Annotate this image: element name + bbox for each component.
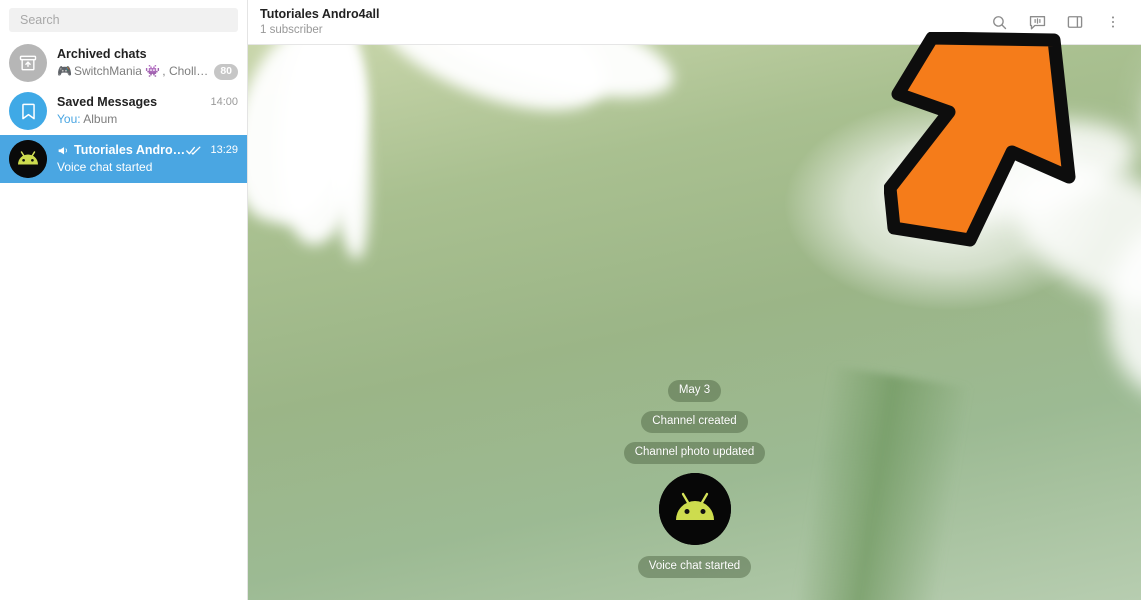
search-input[interactable] <box>20 13 227 27</box>
chat-row-tutoriales-andro4all[interactable]: Tutoriales Andro4all 13:29 Voice chat st… <box>0 135 247 183</box>
gamepad-emoji-icon: 🎮 <box>57 64 72 78</box>
chat-timestamp: 13:29 <box>210 144 238 156</box>
telegram-window: Archived chats 🎮SwitchMania 👾, Chollomet… <box>0 0 1141 600</box>
double-check-icon <box>186 145 201 156</box>
preview-author: You: <box>57 112 81 126</box>
search-icon[interactable] <box>985 8 1013 36</box>
chat-header: Tutoriales Andro4all 1 subscriber <box>248 0 1141 45</box>
chat-list: Archived chats 🎮SwitchMania 👾, Chollomet… <box>0 39 247 600</box>
page-title: Tutoriales Andro4all <box>260 7 380 21</box>
chat-name: Saved Messages <box>57 95 158 109</box>
alien-monster-emoji-icon: 👾 <box>145 64 161 78</box>
chat-preview-text-2: , Chollometr... <box>162 64 208 78</box>
preview-text: Album <box>80 112 118 126</box>
chat-timestamp: 14:00 <box>210 96 238 108</box>
search-bar <box>0 0 247 39</box>
service-message-date: May 3 <box>667 380 722 402</box>
chat-row-content: Tutoriales Andro4all 13:29 Voice chat st… <box>57 143 238 175</box>
message-list: May 3 Channel created Channel photo upda… <box>248 45 1141 600</box>
service-message-channel-photo-updated: Channel photo updated <box>623 442 766 464</box>
sidebar-panel-icon[interactable] <box>1061 8 1089 36</box>
chat-row-content: Saved Messages 14:00 You: Album <box>57 95 238 127</box>
search-box[interactable] <box>9 8 238 32</box>
sidebar: Archived chats 🎮SwitchMania 👾, Chollomet… <box>0 0 248 600</box>
chat-row-archived-chats[interactable]: Archived chats 🎮SwitchMania 👾, Chollomet… <box>0 39 247 87</box>
voice-chat-icon[interactable] <box>1023 8 1051 36</box>
header-actions <box>985 8 1127 36</box>
chat-scroll-area[interactable]: May 3 Channel created Channel photo upda… <box>248 45 1141 600</box>
megaphone-icon <box>57 144 70 157</box>
chat-preview: 🎮SwitchMania 👾, Chollometr... <box>57 64 208 79</box>
archive-box-icon <box>9 44 47 82</box>
chat-name: Archived chats <box>57 46 147 61</box>
service-message-channel-created: Channel created <box>641 411 748 433</box>
chat-row-saved-messages[interactable]: Saved Messages 14:00 You: Album <box>0 87 247 135</box>
android-avatar-icon[interactable] <box>658 473 731 545</box>
chat-row-content: Archived chats 🎮SwitchMania 👾, Chollomet… <box>57 47 238 80</box>
chat-panel: Tutoriales Andro4all 1 subscriber May 3 … <box>248 0 1141 600</box>
chat-name: Tutoriales Andro4all <box>74 143 187 157</box>
subscriber-count: 1 subscriber <box>260 24 323 36</box>
chat-preview: You: Album <box>57 112 238 127</box>
service-message-voice-chat-started: Voice chat started <box>637 556 752 578</box>
bookmark-icon <box>9 92 47 130</box>
chat-preview-text-1: SwitchMania <box>73 64 142 78</box>
more-vertical-icon[interactable] <box>1099 8 1127 36</box>
unread-badge: 80 <box>214 63 238 80</box>
chat-preview: Voice chat started <box>57 160 153 174</box>
android-avatar-icon <box>9 140 47 178</box>
chat-header-titles[interactable]: Tutoriales Andro4all 1 subscriber <box>260 7 985 37</box>
